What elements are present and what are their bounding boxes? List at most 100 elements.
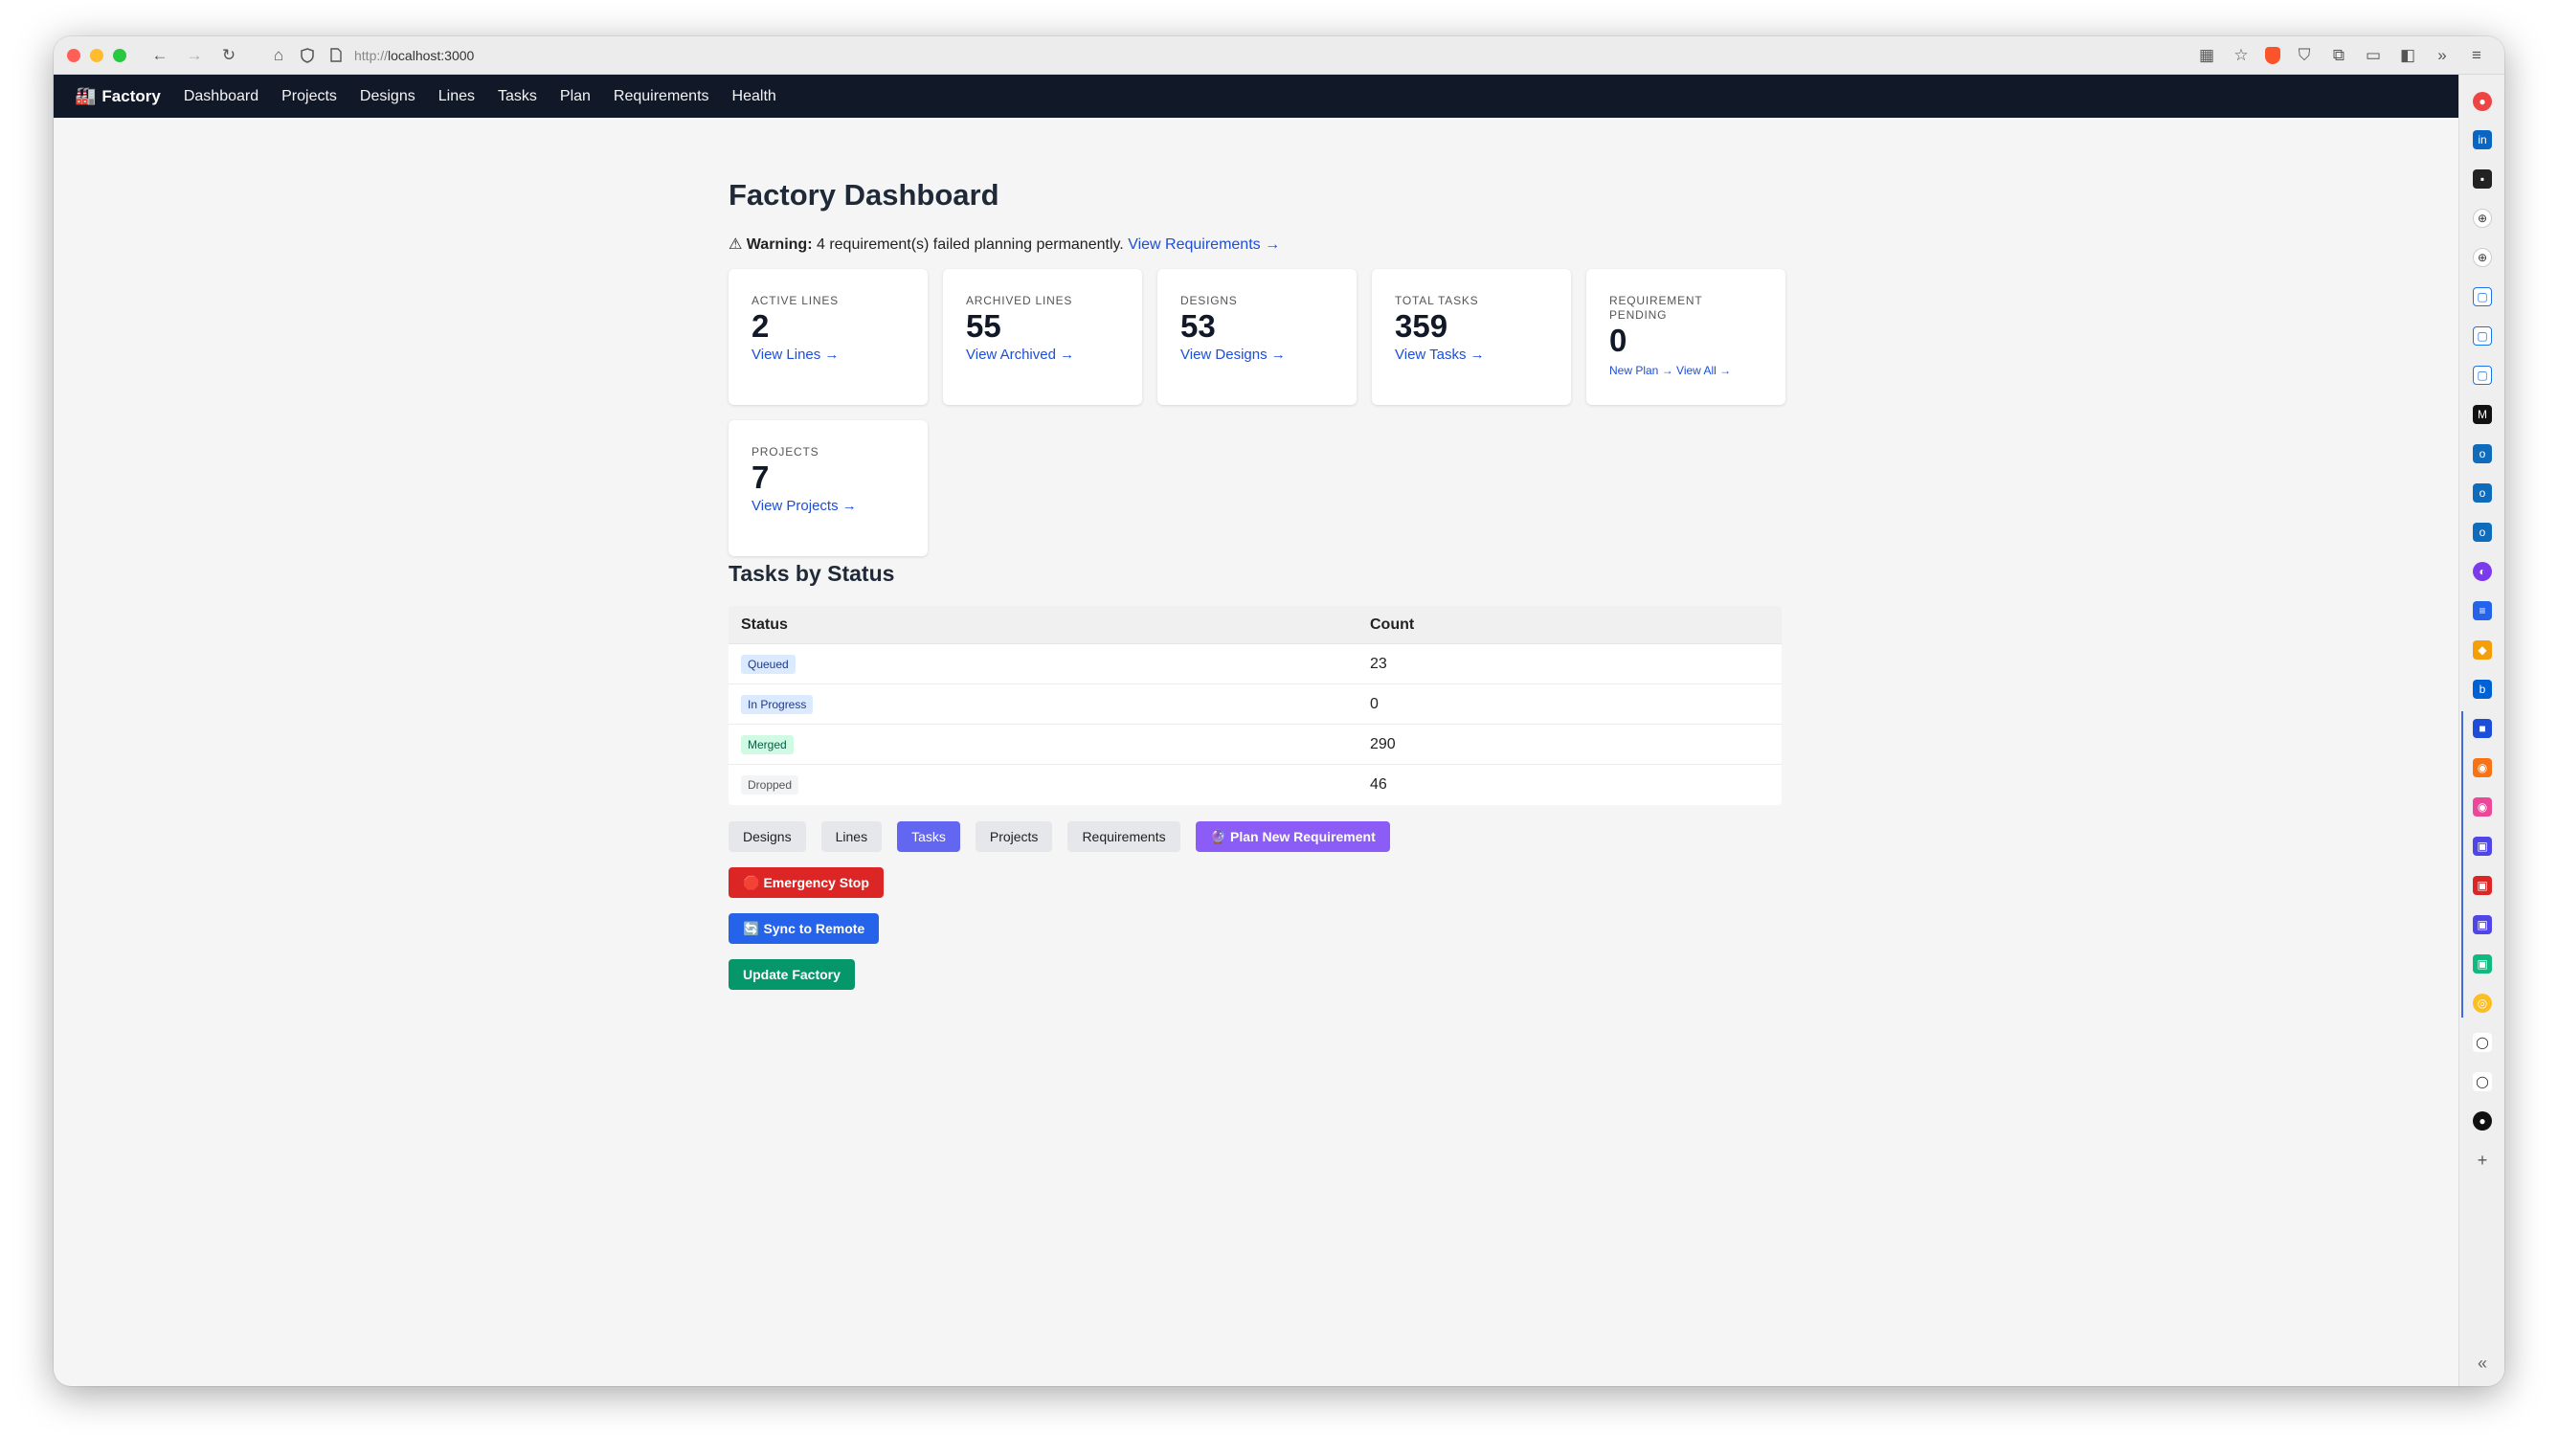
- sidebar-app-icon[interactable]: ◉: [2473, 797, 2492, 817]
- browser-window: ← → ↻ ⌂ http://localhost:3000 ▦ ☆ ⛉ ⧉ ▭ …: [54, 36, 2504, 1386]
- github-icon[interactable]: ◯: [2473, 1072, 2492, 1091]
- view-projects-link[interactable]: View Projects →: [752, 498, 905, 514]
- tasks-button[interactable]: Tasks: [897, 821, 960, 852]
- browser-sidebar: ● in ▪ ⊕ ⊕ ▢ ▢ ▢ M o o o ◐ ≡ ◆ b ■ ◉ ◉ ▣…: [2458, 75, 2504, 1386]
- sidebar-app-icon[interactable]: ◉: [2473, 758, 2492, 777]
- requirements-button[interactable]: Requirements: [1067, 821, 1180, 852]
- projects-button[interactable]: Projects: [975, 821, 1053, 852]
- table-row: Dropped 46: [729, 765, 1782, 805]
- stop-sign-icon: 🛑: [743, 874, 760, 890]
- warning-text: 4 requirement(s) failed planning permane…: [816, 236, 1124, 253]
- nav-link-requirements[interactable]: Requirements: [614, 88, 709, 105]
- menu-icon[interactable]: ≡: [2466, 45, 2487, 66]
- sidebar-app-icon[interactable]: ▣: [2473, 876, 2492, 895]
- update-factory-button[interactable]: Update Factory: [729, 959, 855, 990]
- collapse-sidebar-icon[interactable]: «: [2473, 1354, 2492, 1373]
- view-designs-link[interactable]: View Designs →: [1180, 347, 1334, 363]
- globe-icon[interactable]: ⊕: [2473, 248, 2492, 267]
- sidebar-app-icon[interactable]: ●: [2473, 1111, 2492, 1131]
- sidebar-app-icon[interactable]: ■: [2473, 719, 2492, 738]
- lines-button[interactable]: Lines: [820, 821, 883, 852]
- card-value: 53: [1180, 308, 1216, 344]
- reload-icon[interactable]: ↻: [218, 45, 239, 66]
- sidebar-app-icon[interactable]: ▣: [2473, 954, 2492, 974]
- app-navbar: 🏭 Factory Dashboard Projects Designs Lin…: [54, 75, 2458, 118]
- shield-icon[interactable]: [297, 45, 318, 66]
- box-icon[interactable]: b: [2473, 680, 2492, 699]
- card-designs: DESIGNS 53 View Designs →: [1157, 269, 1357, 405]
- nav-link-health[interactable]: Health: [732, 88, 776, 105]
- view-lines-link[interactable]: View Lines →: [752, 347, 905, 363]
- minimize-window-button[interactable]: [90, 48, 103, 62]
- warning-icon: ⚠: [729, 236, 743, 253]
- sidebar-app-icon[interactable]: ◎: [2473, 994, 2492, 1013]
- card-value: 2: [752, 308, 770, 344]
- status-badge: Dropped: [741, 775, 799, 795]
- sidebar-app-icon[interactable]: ▢: [2473, 326, 2492, 346]
- page-title: Factory Dashboard: [729, 178, 999, 212]
- header-count: Count: [1370, 616, 1415, 633]
- address-bar[interactable]: http://localhost:3000: [354, 48, 474, 63]
- reader-icon[interactable]: ▭: [2363, 45, 2384, 66]
- globe-icon[interactable]: ⊕: [2473, 209, 2492, 228]
- plan-new-requirement-button[interactable]: 🔮 Plan New Requirement: [1195, 821, 1390, 852]
- nav-link-projects[interactable]: Projects: [281, 88, 337, 105]
- table-row: Queued 23: [729, 644, 1782, 684]
- sidebar-app-icon[interactable]: ▣: [2473, 837, 2492, 856]
- outlook-icon[interactable]: o: [2473, 444, 2492, 463]
- brand-name: Factory: [101, 86, 161, 105]
- card-label: DESIGNS: [1180, 294, 1238, 307]
- sidebar-app-icon[interactable]: ▪: [2473, 169, 2492, 189]
- brand-link[interactable]: 🏭 Factory: [75, 86, 161, 106]
- back-arrow-icon[interactable]: ←: [149, 45, 170, 66]
- sidebar-app-icon[interactable]: ●: [2473, 92, 2492, 111]
- sidebar-app-icon[interactable]: ◆: [2473, 640, 2492, 660]
- brave-shield-icon[interactable]: [2265, 46, 2280, 64]
- view-tasks-link[interactable]: View Tasks →: [1395, 347, 1548, 363]
- designs-button[interactable]: Designs: [729, 821, 806, 852]
- shield-check-icon[interactable]: ⛉: [2294, 45, 2315, 66]
- more-chevrons-icon[interactable]: »: [2432, 45, 2453, 66]
- window-controls: [67, 48, 126, 62]
- home-icon[interactable]: ⌂: [268, 45, 289, 66]
- count-cell: 0: [1370, 695, 1379, 712]
- puzzle-icon[interactable]: ⧉: [2328, 45, 2349, 66]
- card-label: ACTIVE LINES: [752, 294, 839, 307]
- github-icon[interactable]: ◯: [2473, 1033, 2492, 1052]
- new-plan-link[interactable]: New Plan →: [1609, 364, 1673, 377]
- sync-to-remote-button[interactable]: 🔄 Sync to Remote: [729, 913, 880, 944]
- card-label: PROJECTS: [752, 445, 819, 459]
- view-requirements-link[interactable]: View Requirements →: [1128, 236, 1280, 253]
- nav-link-lines[interactable]: Lines: [438, 88, 475, 105]
- view-archived-link[interactable]: View Archived →: [966, 347, 1119, 363]
- sidebar-app-icon[interactable]: ◐: [2473, 562, 2492, 581]
- docs-icon[interactable]: ≡: [2473, 601, 2492, 620]
- linkedin-icon[interactable]: in: [2473, 130, 2492, 149]
- sidebar-toggle-icon[interactable]: ◧: [2397, 45, 2418, 66]
- maximize-window-button[interactable]: [113, 48, 126, 62]
- nav-link-dashboard[interactable]: Dashboard: [184, 88, 258, 105]
- outlook-icon[interactable]: o: [2473, 483, 2492, 503]
- sidebar-app-icon[interactable]: ▣: [2473, 915, 2492, 934]
- bookmark-star-icon[interactable]: ☆: [2231, 45, 2252, 66]
- add-icon[interactable]: +: [2473, 1151, 2492, 1170]
- status-badge: Queued: [741, 654, 796, 674]
- extensions-grid-icon[interactable]: ▦: [2196, 45, 2217, 66]
- sidebar-app-icon[interactable]: ▢: [2473, 287, 2492, 306]
- outlook-icon[interactable]: o: [2473, 523, 2492, 542]
- sidebar-app-icon[interactable]: M: [2473, 405, 2492, 424]
- close-window-button[interactable]: [67, 48, 80, 62]
- sidebar-app-icon[interactable]: ▢: [2473, 366, 2492, 385]
- quick-nav-buttons: Designs Lines Tasks Projects Requirement…: [729, 821, 1390, 852]
- tasks-by-status-title: Tasks by Status: [729, 561, 895, 586]
- view-all-link[interactable]: View All →: [1676, 364, 1731, 377]
- card-label: TOTAL TASKS: [1395, 294, 1479, 307]
- nav-link-designs[interactable]: Designs: [360, 88, 415, 105]
- tasks-status-table: Status Count Queued 23 In Progress 0 Mer…: [729, 606, 1782, 805]
- emergency-stop-button[interactable]: 🛑 Emergency Stop: [729, 867, 884, 898]
- status-badge: In Progress: [741, 694, 814, 714]
- forward-arrow-icon[interactable]: →: [184, 45, 205, 66]
- nav-link-plan[interactable]: Plan: [560, 88, 591, 105]
- nav-link-tasks[interactable]: Tasks: [498, 88, 537, 105]
- crystal-ball-icon: 🔮: [1209, 828, 1227, 844]
